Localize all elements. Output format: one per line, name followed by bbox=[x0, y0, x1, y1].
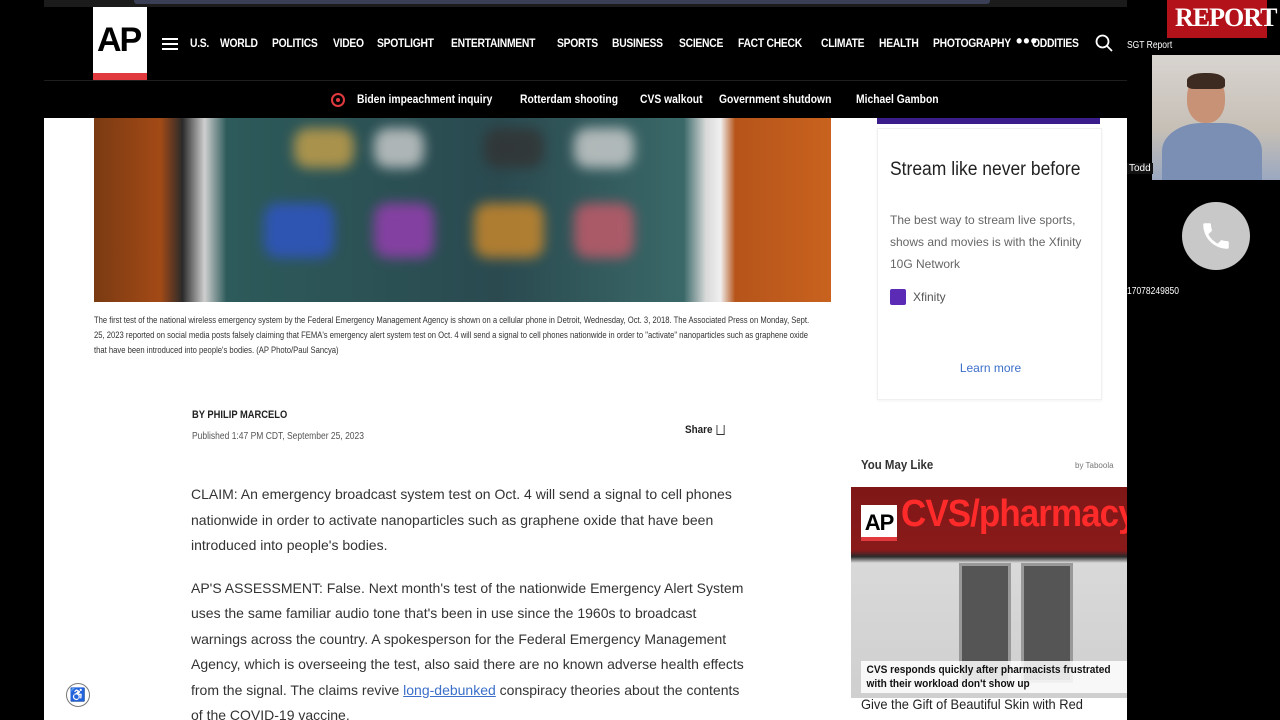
article-body: CLAIM: An emergency broadcast system tes… bbox=[191, 482, 751, 720]
photo-detail bbox=[474, 203, 544, 258]
next-promo-headline[interactable]: Give the Gift of Beautiful Skin with Red bbox=[861, 696, 1083, 712]
article-photo[interactable] bbox=[94, 118, 831, 302]
nav-item-business[interactable]: BUSINESS bbox=[612, 36, 663, 50]
report-banner: REPORT bbox=[1167, 0, 1277, 38]
photo-detail bbox=[264, 203, 334, 258]
banner-text: REPORT bbox=[1175, 3, 1277, 32]
promo-ap-logo: AP bbox=[861, 505, 897, 541]
phone-call-button[interactable] bbox=[1182, 202, 1250, 270]
nav-item-spotlight[interactable]: SPOTLIGHT bbox=[377, 36, 434, 50]
nav-item-entertainment[interactable]: ENTERTAINMENT bbox=[451, 36, 535, 50]
photo-detail bbox=[574, 128, 634, 168]
nav-item-world[interactable]: WORLD bbox=[220, 36, 258, 50]
ad-top-border bbox=[877, 118, 1100, 124]
ap-logo-bar bbox=[93, 73, 147, 80]
nav-item-science[interactable]: SCIENCE bbox=[679, 36, 723, 50]
share-icon bbox=[716, 425, 725, 435]
nav-item-politics[interactable]: POLITICS bbox=[272, 36, 318, 50]
trending-item[interactable]: Michael Gambon bbox=[856, 92, 939, 106]
presenter-body bbox=[1162, 123, 1262, 180]
xfinity-icon bbox=[890, 289, 906, 305]
article-paragraph: CLAIM: An emergency broadcast system tes… bbox=[191, 486, 732, 553]
photo-detail bbox=[574, 203, 634, 258]
browser-page: AP U.S. WORLD POLITICS VIDEO SPOTLIGHT E… bbox=[44, 0, 1167, 720]
byline[interactable]: BY PHILIP MARCELO bbox=[192, 409, 287, 421]
presenter-name: Todd bbox=[1127, 163, 1153, 174]
long-debunked-link[interactable]: long-debunked bbox=[403, 682, 496, 698]
ad-title: Stream like never before bbox=[890, 159, 1081, 180]
search-icon[interactable] bbox=[1095, 34, 1113, 52]
trending-item[interactable]: Government shutdown bbox=[719, 92, 831, 106]
article-paragraph: AP'S ASSESSMENT: False. Next month's tes… bbox=[191, 576, 751, 720]
promo-card[interactable]: AP CVS/pharmacy CVS responds quickly aft… bbox=[851, 487, 1151, 698]
photo-detail bbox=[374, 128, 424, 168]
learn-more-link[interactable]: Learn more bbox=[878, 361, 1103, 375]
ap-logo-text: AP bbox=[97, 21, 142, 59]
more-menu-icon[interactable]: ••• bbox=[1016, 31, 1038, 52]
nav-item-us[interactable]: U.S. bbox=[190, 36, 209, 50]
accessibility-icon[interactable]: ♿ bbox=[66, 683, 90, 707]
trending-item[interactable]: Rotterdam shooting bbox=[520, 92, 618, 106]
screen: AP U.S. WORLD POLITICS VIDEO SPOTLIGHT E… bbox=[0, 0, 1280, 720]
browser-toolbar bbox=[44, 0, 1167, 7]
nav-item-sports[interactable]: SPORTS bbox=[557, 36, 598, 50]
promo-caption: CVS responds quickly after pharmacists f… bbox=[861, 661, 1137, 693]
nav-item-photography[interactable]: PHOTOGRAPHY bbox=[933, 36, 1011, 50]
nav-item-fact-check[interactable]: FACT CHECK bbox=[738, 36, 802, 50]
menu-icon[interactable] bbox=[162, 38, 178, 50]
nav-item-video[interactable]: VIDEO bbox=[333, 36, 364, 50]
nav-item-climate[interactable]: CLIMATE bbox=[821, 36, 865, 50]
site-header: AP U.S. WORLD POLITICS VIDEO SPOTLIGHT E… bbox=[44, 7, 1127, 80]
photo-detail bbox=[484, 128, 544, 168]
share-label: Share bbox=[685, 424, 713, 436]
main-nav: U.S. WORLD POLITICS VIDEO SPOTLIGHT ENTE… bbox=[190, 36, 1094, 50]
phone-number: 17078249850 bbox=[1127, 286, 1180, 297]
trending-icon bbox=[331, 93, 345, 107]
ad-body: The best way to stream live sports, show… bbox=[890, 213, 1082, 271]
nav-item-oddities[interactable]: ODDITIES bbox=[1032, 36, 1079, 50]
stream-overlay: REPORT SGT Report Todd 17078249850 bbox=[1127, 0, 1280, 720]
photo-caption: The first test of the national wireless … bbox=[94, 315, 810, 355]
paragraph-text: AP'S ASSESSMENT: False. Next month's tes… bbox=[191, 579, 744, 698]
cvs-sign: CVS/pharmacy bbox=[901, 493, 1138, 535]
presenter-hair bbox=[1187, 73, 1225, 89]
trending-list: Biden impeachment inquiry Rotterdam shoo… bbox=[357, 92, 958, 106]
xfinity-ad[interactable]: Stream like never before The best way to… bbox=[877, 128, 1102, 400]
publish-date: Published 1:47 PM CDT, September 25, 202… bbox=[192, 431, 364, 442]
webcam-feed bbox=[1152, 55, 1280, 180]
photo-detail bbox=[374, 203, 434, 258]
ap-logo[interactable]: AP bbox=[93, 7, 147, 80]
phone-icon bbox=[1203, 223, 1229, 249]
photo-detail bbox=[294, 128, 354, 168]
nav-item-health[interactable]: HEALTH bbox=[879, 36, 919, 50]
address-bar[interactable] bbox=[134, 0, 990, 4]
channel-label: SGT Report bbox=[1127, 40, 1173, 51]
trending-bar: Biden impeachment inquiry Rotterdam shoo… bbox=[44, 80, 1127, 118]
trending-item[interactable]: CVS walkout bbox=[640, 92, 703, 106]
you-may-like-heading: You May Like bbox=[861, 457, 934, 472]
share-button[interactable]: Share bbox=[685, 424, 725, 436]
taboola-label[interactable]: by Taboola bbox=[1075, 461, 1114, 470]
ad-brand: Xfinity bbox=[913, 290, 946, 304]
trending-item[interactable]: Biden impeachment inquiry bbox=[357, 92, 492, 106]
